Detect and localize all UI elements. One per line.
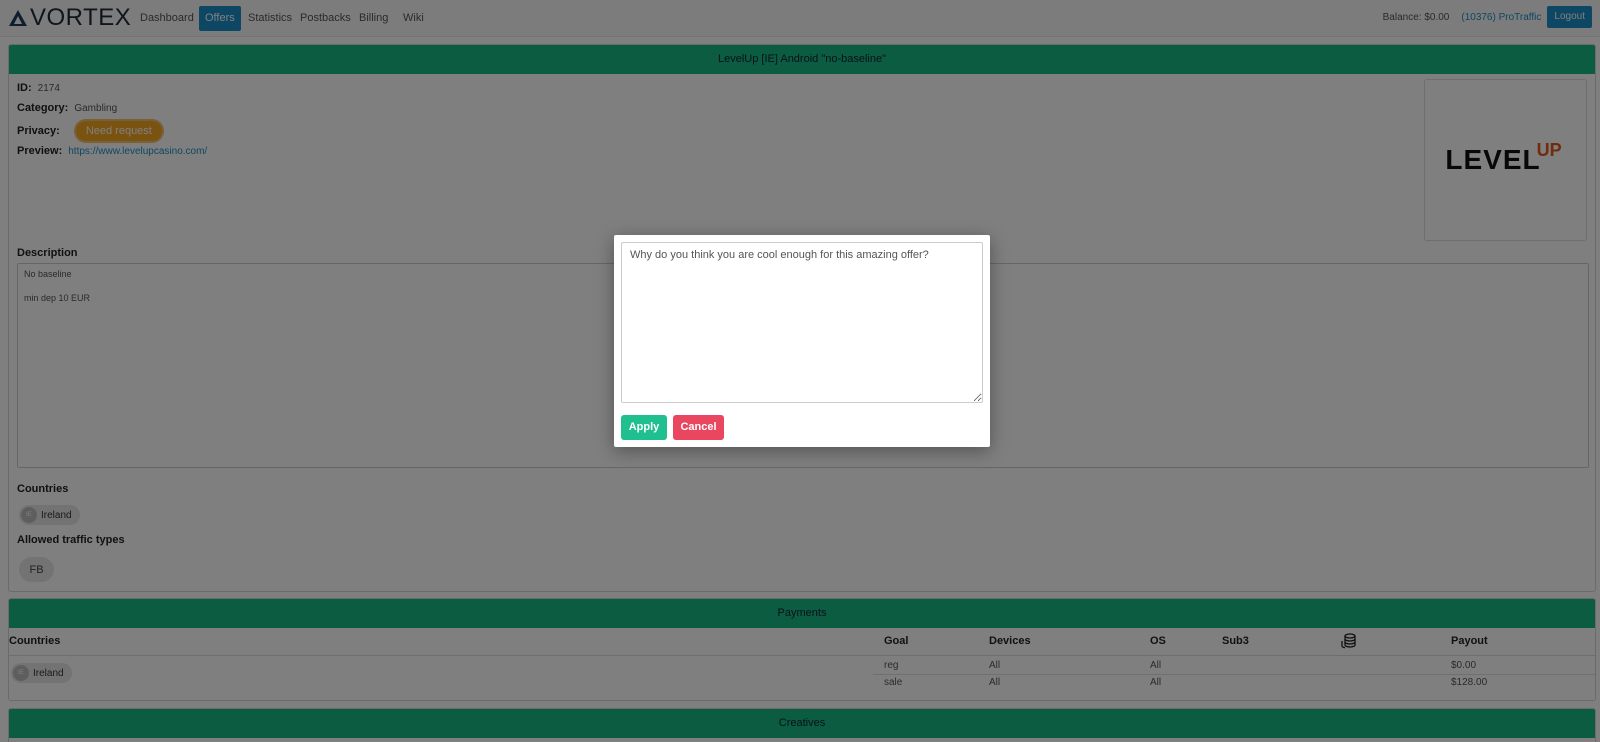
request-access-modal: Apply Cancel — [614, 235, 990, 447]
cancel-button[interactable]: Cancel — [673, 415, 724, 440]
apply-button[interactable]: Apply — [621, 415, 667, 440]
reason-textarea[interactable] — [621, 242, 983, 403]
